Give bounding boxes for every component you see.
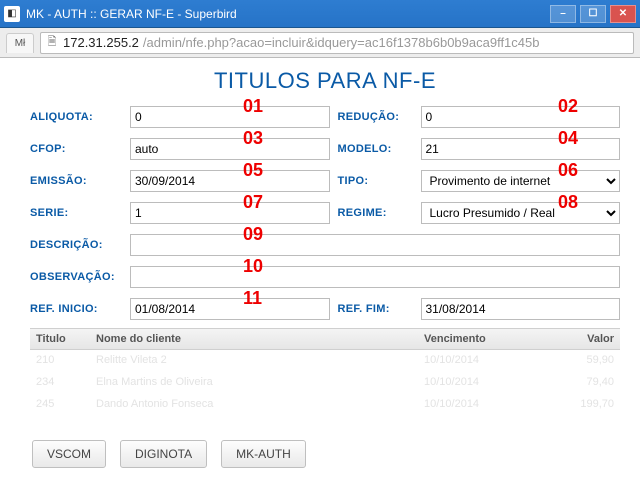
col-valor: Valor: [534, 333, 614, 345]
page-body: TITULOS PARA NF-E ALIQUOTA: REDUÇÃO: CFO…: [0, 58, 640, 478]
input-descricao[interactable]: [130, 234, 620, 256]
label-descricao: DESCRIÇÃO:: [30, 239, 122, 251]
select-regime[interactable]: Lucro Presumido / Real: [421, 202, 621, 224]
input-aliquota[interactable]: [130, 106, 330, 128]
table-row: 245: [36, 398, 96, 416]
minimize-button[interactable]: –: [550, 5, 576, 23]
input-reducao[interactable]: [421, 106, 621, 128]
table-row: 10/10/2014: [424, 376, 534, 394]
label-serie: SERIE:: [30, 207, 122, 219]
label-reducao: REDUÇÃO:: [338, 111, 413, 123]
url-path: /admin/nfe.php?acao=incluir&idquery=ac16…: [143, 35, 540, 50]
col-titulo: Titulo: [36, 333, 96, 345]
table-row: Dando Antonio Fonseca: [96, 398, 424, 416]
table-header: Titulo Nome do cliente Vencimento Valor: [30, 328, 620, 350]
table-row: Elna Martins de Oliveira: [96, 376, 424, 394]
label-modelo: MODELO:: [338, 143, 413, 155]
table-row: Relitte Vileta 2: [96, 354, 424, 372]
vscom-button[interactable]: VSCOM: [32, 440, 106, 468]
button-row: VSCOM DIGINOTA MK-AUTH: [30, 440, 620, 468]
select-tipo[interactable]: Provimento de internet: [421, 170, 621, 192]
page-title: TITULOS PARA NF-E: [30, 68, 620, 94]
form: ALIQUOTA: REDUÇÃO: CFOP: MODELO: EMISSÃO…: [30, 106, 620, 320]
table-body: 210 Relitte Vileta 2 10/10/2014 59,90 23…: [30, 350, 620, 420]
input-ref-inicio[interactable]: [130, 298, 330, 320]
input-emissao[interactable]: [130, 170, 330, 192]
label-regime: REGIME:: [338, 207, 413, 219]
input-cfop[interactable]: [130, 138, 330, 160]
page-icon: 🗎: [45, 36, 59, 50]
input-modelo[interactable]: [421, 138, 621, 160]
table-row: 199,70: [534, 398, 614, 416]
table-row: 234: [36, 376, 96, 394]
url-host: 172.31.255.2: [63, 35, 139, 50]
label-aliquota: ALIQUOTA:: [30, 111, 122, 123]
mkauth-button[interactable]: MK-AUTH: [221, 440, 306, 468]
col-nome: Nome do cliente: [96, 333, 424, 345]
label-emissao: EMISSÃO:: [30, 175, 122, 187]
input-serie[interactable]: [130, 202, 330, 224]
table-row: 59,90: [534, 354, 614, 372]
table-row: 79,40: [534, 376, 614, 394]
address-bar[interactable]: 🗎 172.31.255.2/admin/nfe.php?acao=inclui…: [40, 32, 634, 54]
table-row: 10/10/2014: [424, 354, 534, 372]
col-venc: Vencimento: [424, 333, 534, 345]
label-observacao: OBSERVAÇÃO:: [30, 271, 122, 283]
label-cfop: CFOP:: [30, 143, 122, 155]
browser-toolbar: Mł 🗎 172.31.255.2/admin/nfe.php?acao=inc…: [0, 28, 640, 58]
input-observacao[interactable]: [130, 266, 620, 288]
tab-stub[interactable]: Mł: [6, 33, 34, 53]
window-title: MK - AUTH :: GERAR NF-E - Superbird: [26, 7, 237, 21]
table-row: 210: [36, 354, 96, 372]
maximize-button[interactable]: ☐: [580, 5, 606, 23]
app-icon: ◧: [4, 6, 20, 22]
label-ref-inicio: REF. INICIO:: [30, 303, 122, 315]
label-tipo: TIPO:: [338, 175, 413, 187]
close-button[interactable]: ✕: [610, 5, 636, 23]
window-titlebar: ◧ MK - AUTH :: GERAR NF-E - Superbird – …: [0, 0, 640, 28]
input-ref-fim[interactable]: [421, 298, 621, 320]
diginota-button[interactable]: DIGINOTA: [120, 440, 207, 468]
label-ref-fim: REF. FIM:: [338, 303, 413, 315]
table-row: 10/10/2014: [424, 398, 534, 416]
